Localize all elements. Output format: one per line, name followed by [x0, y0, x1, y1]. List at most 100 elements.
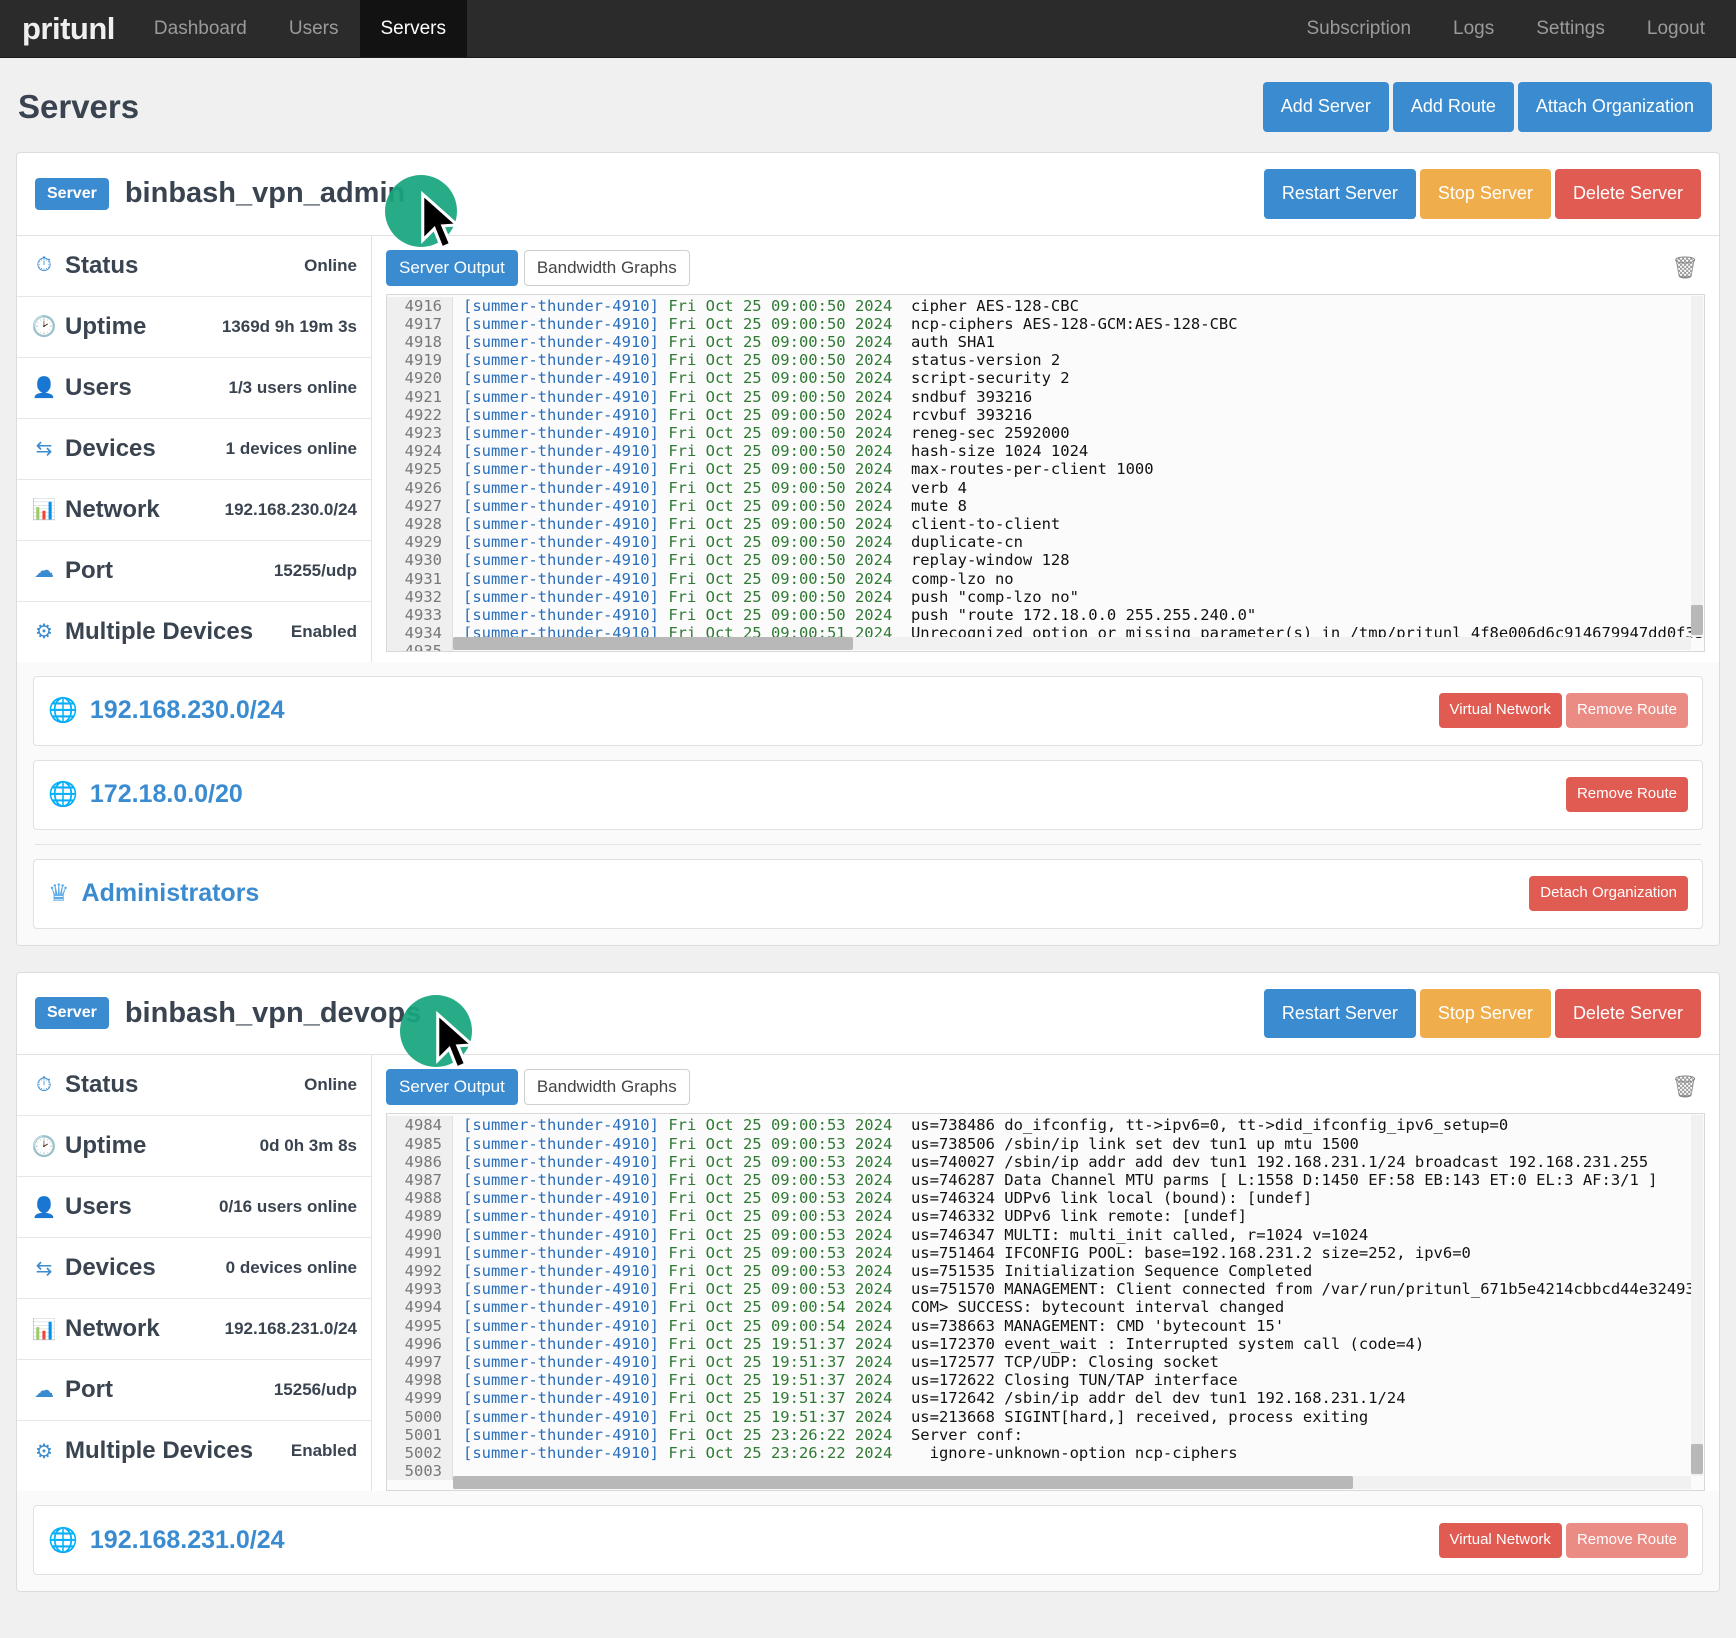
vertical-scrollbar[interactable] [1691, 1115, 1703, 1477]
stat-value: Enabled [290, 1441, 357, 1461]
horizontal-scrollbar[interactable] [453, 636, 1691, 650]
stop-server-button[interactable]: Stop Server [1419, 988, 1551, 1039]
horizontal-scrollbar[interactable] [453, 1476, 1691, 1490]
log-line-number: 4991 [387, 1243, 453, 1263]
server-panel: Server binbash_vpn_admin Restart Server … [16, 151, 1720, 946]
stat-value: Online [304, 255, 357, 275]
globe-icon: 🌐 [48, 1526, 78, 1554]
add-route-button[interactable]: Add Route [1392, 82, 1514, 132]
log-line-text: [summer-thunder-4910] Fri Oct 25 19:51:3… [463, 1334, 1425, 1353]
log-line: 4922 [summer-thunder-4910] Fri Oct 25 09:… [387, 405, 1704, 425]
detach-organization-button[interactable]: Detach Organization [1529, 876, 1688, 911]
log-line-text: [summer-thunder-4910] Fri Oct 25 09:00:5… [463, 1152, 1649, 1171]
nav-item-users[interactable]: Users [268, 0, 360, 57]
stat-value: Online [304, 1075, 357, 1095]
log-line: 4994 [summer-thunder-4910] Fri Oct 25 09:… [387, 1298, 1704, 1317]
delete-server-button[interactable]: Delete Server [1554, 168, 1701, 219]
restart-server-button[interactable]: Restart Server [1263, 168, 1416, 219]
tab-bandwidth-graphs[interactable]: Bandwidth Graphs [523, 1069, 690, 1106]
terminal-output[interactable]: 4984 [summer-thunder-4910] Fri Oct 25 09:… [386, 1113, 1705, 1492]
stat-row-status: ⏱ Status Online [17, 1055, 371, 1117]
nav-item-logout[interactable]: Logout [1626, 0, 1726, 57]
log-line-number: 4935 [387, 642, 453, 651]
log-line: 4998 [summer-thunder-4910] Fri Oct 25 19:… [387, 1371, 1704, 1390]
server-header: Server binbash_vpn_devops Restart Server… [17, 972, 1719, 1070]
log-line-number: 4987 [387, 1171, 453, 1190]
log-line: 5000 [summer-thunder-4910] Fri Oct 25 19:… [387, 1407, 1704, 1426]
log-line-text: [summer-thunder-4910] Fri Oct 25 19:51:3… [463, 1389, 1406, 1408]
server-type-badge: Server [35, 177, 109, 210]
log-line: 4927 [summer-thunder-4910] Fri Oct 25 09:… [387, 496, 1704, 516]
log-line-number: 5001 [387, 1425, 453, 1445]
stat-row-devices: ⇆ Devices 1 devices online [17, 419, 371, 480]
log-line-number: 4929 [387, 533, 453, 552]
tab-server-output[interactable]: Server Output [386, 1069, 518, 1106]
page-header: Servers Add Server Add Route Attach Orga… [0, 58, 1736, 152]
nav-item-servers[interactable]: Servers [359, 0, 467, 57]
gauge-icon: ⏱ [36, 1073, 52, 1096]
log-line: 4930 [summer-thunder-4910] Fri Oct 25 09:… [387, 551, 1704, 570]
log-line-number: 4916 [387, 296, 453, 315]
vertical-scrollbar[interactable] [1691, 295, 1703, 637]
stat-label: Port [65, 1376, 113, 1404]
clear-output-icon[interactable]: 🗑 [1671, 1074, 1705, 1100]
log-line-number: 4917 [387, 314, 453, 333]
log-line-text: [summer-thunder-4910] Fri Oct 25 09:00:5… [463, 1225, 1369, 1244]
virtual-network-button[interactable]: Virtual Network [1438, 1523, 1562, 1558]
log-line: 4932 [summer-thunder-4910] Fri Oct 25 09:… [387, 587, 1704, 607]
gear-icon: ⚙ [35, 1440, 53, 1463]
virtual-network-button[interactable]: Virtual Network [1438, 693, 1562, 728]
log-line-number: 4994 [387, 1298, 453, 1317]
remove-route-button[interactable]: Remove Route [1565, 693, 1688, 728]
add-server-button[interactable]: Add Server [1262, 82, 1389, 132]
log-line-number: 4996 [387, 1334, 453, 1354]
log-line-number: 5003 [387, 1462, 453, 1481]
brand-logo[interactable]: pritunl [0, 0, 133, 57]
route-row: 🌐 172.18.0.0/20 Remove Route [33, 759, 1703, 830]
log-line: 4997 [summer-thunder-4910] Fri Oct 25 19:… [387, 1353, 1704, 1372]
signal-icon: 📊 [31, 1318, 57, 1341]
nav-item-logs[interactable]: Logs [1432, 0, 1515, 57]
server-actions: Restart Server Stop Server Delete Server [1263, 168, 1701, 219]
tab-bandwidth-graphs[interactable]: Bandwidth Graphs [523, 249, 690, 286]
terminal-output[interactable]: 4916 [summer-thunder-4910] Fri Oct 25 09:… [386, 293, 1705, 652]
log-line: 4990 [summer-thunder-4910] Fri Oct 25 09:… [387, 1225, 1704, 1244]
restart-server-button[interactable]: Restart Server [1263, 988, 1416, 1039]
attach-organization-button[interactable]: Attach Organization [1517, 82, 1712, 132]
log-line: 4988 [summer-thunder-4910] Fri Oct 25 09:… [387, 1189, 1704, 1208]
nav-item-settings[interactable]: Settings [1515, 0, 1626, 57]
tab-server-output[interactable]: Server Output [386, 249, 518, 286]
log-line-number: 4989 [387, 1207, 453, 1226]
clear-output-icon[interactable]: 🗑 [1671, 255, 1705, 281]
server-stats: ⏱ Status Online 🕑 Uptime 0d 0h 3m 8s 👤 U… [17, 1055, 372, 1492]
route-row: 🌐 192.168.231.0/24 Virtual Network Remov… [33, 1505, 1703, 1576]
stat-label: Multiple Devices [65, 617, 254, 645]
log-line-number: 4921 [387, 387, 453, 406]
log-line-number: 4920 [387, 369, 453, 388]
remove-route-button[interactable]: Remove Route [1565, 777, 1688, 812]
stat-value: 15255/udp [273, 560, 357, 580]
log-line-text: [summer-thunder-4910] Fri Oct 25 23:26:2… [463, 1425, 1023, 1444]
scrollbar-thumb[interactable] [453, 1476, 1353, 1490]
log-line-number: 5000 [387, 1407, 453, 1426]
delete-server-button[interactable]: Delete Server [1554, 988, 1701, 1039]
scrollbar-thumb[interactable] [1691, 604, 1703, 635]
scrollbar-thumb[interactable] [1691, 1444, 1703, 1475]
remove-route-button[interactable]: Remove Route [1565, 1523, 1688, 1558]
log-line-text: [summer-thunder-4910] Fri Oct 25 09:00:5… [463, 1134, 1359, 1153]
nav-item-subscription[interactable]: Subscription [1285, 0, 1432, 57]
organization-name: Administrators [81, 879, 260, 908]
log-line-text: [summer-thunder-4910] Fri Oct 25 09:00:5… [463, 1262, 1313, 1281]
nav-item-dashboard[interactable]: Dashboard [133, 0, 268, 57]
stop-server-button[interactable]: Stop Server [1419, 168, 1551, 219]
route-actions: Virtual Network Remove Route [1438, 693, 1688, 728]
stat-row-uptime: 🕑 Uptime 0d 0h 3m 8s [17, 1116, 371, 1178]
log-line-text: [summer-thunder-4910] Fri Oct 25 09:00:5… [463, 496, 967, 515]
clock-icon: 🕑 [31, 1135, 57, 1158]
log-line-text: [summer-thunder-4910] Fri Oct 25 09:00:5… [463, 1316, 1285, 1335]
scrollbar-thumb[interactable] [453, 636, 853, 650]
route-actions: Remove Route [1565, 777, 1688, 812]
gauge-icon: ⏱ [36, 254, 52, 277]
server-body: ⏱ Status Online 🕑 Uptime 0d 0h 3m 8s 👤 U… [17, 1055, 1719, 1492]
log-line-text: [summer-thunder-4910] Fri Oct 25 09:00:5… [463, 442, 1089, 461]
